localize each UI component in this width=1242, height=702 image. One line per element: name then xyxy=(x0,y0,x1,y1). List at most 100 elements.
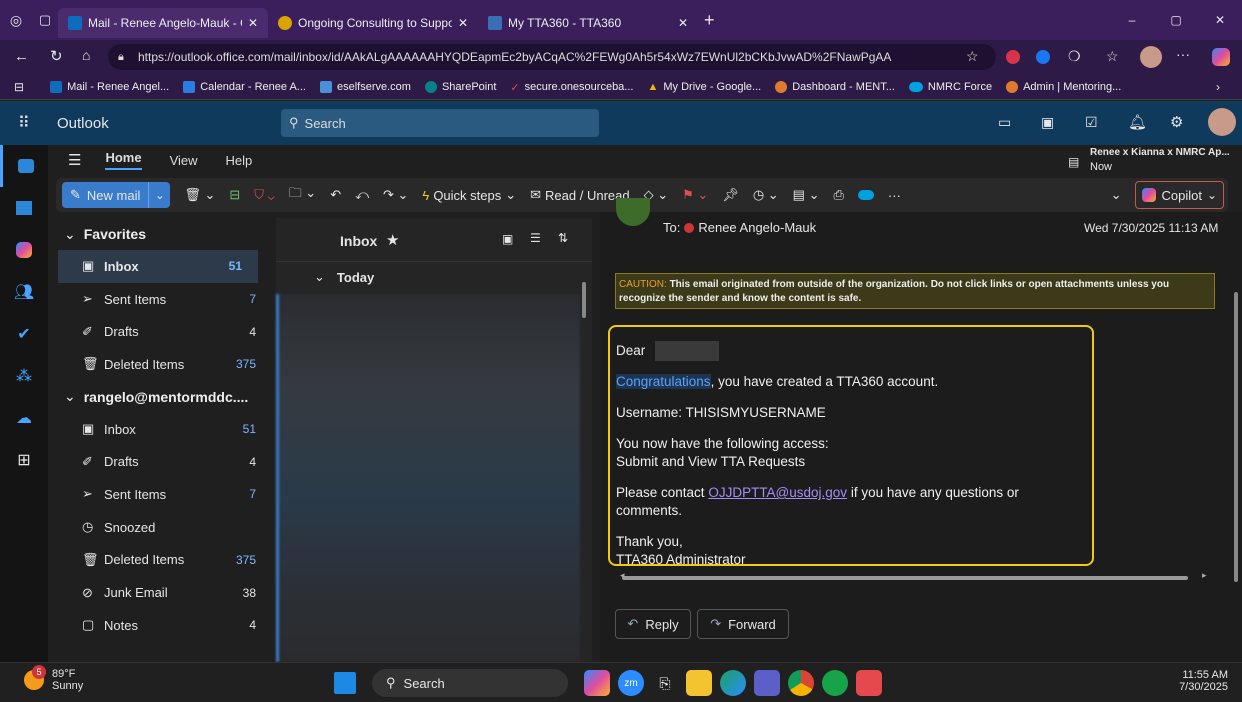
close-icon[interactable]: ✕ xyxy=(458,16,468,30)
collections-icon[interactable]: ☆ xyxy=(1106,48,1119,65)
new-tab-icon[interactable]: + xyxy=(704,10,715,31)
zoom-icon[interactable]: zm xyxy=(618,670,644,696)
quick-steps-button[interactable]: ϟ Quick steps ⌄ xyxy=(422,187,516,203)
recipient-name[interactable]: Renee Angelo-Mauk xyxy=(698,220,816,235)
read-unread-button[interactable]: ✉ Read / Unread xyxy=(530,187,629,203)
mail-app-icon[interactable] xyxy=(0,145,48,187)
folder-inbox[interactable]: ▣ Inbox 51 xyxy=(48,413,272,446)
tab-view[interactable]: View xyxy=(170,153,198,168)
favorites-header[interactable]: ⌄ Favorites xyxy=(48,218,272,250)
reply-icon[interactable]: ↶ xyxy=(330,187,341,203)
vertical-scrollbar[interactable] xyxy=(1234,292,1238,582)
rules-icon[interactable]: ▤ ⌄ xyxy=(793,187,820,203)
tab-home[interactable]: Home xyxy=(105,150,142,170)
snooze-clock-icon[interactable]: ◷ ⌄ xyxy=(753,187,779,203)
window-close-icon[interactable]: ✕ xyxy=(1198,13,1242,27)
back-icon[interactable]: ← xyxy=(14,48,29,65)
settings-gear-icon[interactable]: ⚙ xyxy=(1170,113,1183,131)
search-box[interactable]: ⚲ Search xyxy=(281,109,599,137)
onenote-icon[interactable]: ▣ xyxy=(1041,114,1054,131)
group-header-today[interactable]: ⌄ Today xyxy=(276,262,592,292)
tab-consulting[interactable]: Ongoing Consulting to Support N ✕ xyxy=(268,8,478,38)
hamburger-icon[interactable]: ☰ xyxy=(68,151,81,169)
select-mode-icon[interactable]: ▣ xyxy=(502,232,513,246)
home-icon[interactable]: ⌂ xyxy=(82,47,90,63)
edge-icon[interactable] xyxy=(720,670,746,696)
green-app-icon[interactable] xyxy=(822,670,848,696)
flag-icon[interactable]: ⚑ ⌄ xyxy=(682,187,708,203)
file-explorer-icon[interactable] xyxy=(686,670,712,696)
bookmark-4[interactable]: ✓ secure.onesourceba... xyxy=(510,81,633,94)
snip-icon[interactable]: ⎘ xyxy=(652,670,678,696)
print-icon[interactable]: ⎙ xyxy=(833,187,843,203)
bookmark-3[interactable]: SharePoint xyxy=(424,81,496,93)
bookmark-7[interactable]: NMRC Force xyxy=(908,81,992,93)
bookmark-8[interactable]: Admin | Mentoring... xyxy=(1006,81,1121,93)
folder-fav-sent[interactable]: ➢ Sent Items 7 xyxy=(48,283,272,316)
extension-icon-red[interactable] xyxy=(1006,50,1020,64)
folder-drafts[interactable]: ✐ Drafts 4 xyxy=(48,445,272,478)
salesforce-addin-icon[interactable] xyxy=(857,190,874,200)
filter-icon[interactable]: ☰ xyxy=(530,231,541,245)
weather-widget[interactable]: 5 89°F Sunny xyxy=(24,665,83,692)
bookmark-menu-icon[interactable]: ⊟ xyxy=(14,80,24,94)
copilot-browser-icon[interactable] xyxy=(1212,48,1230,66)
chrome-icon[interactable] xyxy=(788,670,814,696)
copilot-taskbar-icon[interactable] xyxy=(584,670,610,696)
reply-all-icon[interactable]: ⤺ xyxy=(355,187,369,203)
teams-icon[interactable] xyxy=(754,670,780,696)
folder-sent[interactable]: ➢ Sent Items 7 xyxy=(48,478,272,511)
new-mail-dropdown[interactable]: ⌄ xyxy=(148,182,171,208)
move-to-icon[interactable]: 🗀 ⌄ xyxy=(289,184,317,206)
scroll-left-icon[interactable]: ◂ xyxy=(620,570,625,581)
expand-ribbon-icon[interactable]: ⌄ xyxy=(1111,187,1122,203)
scrollbar[interactable] xyxy=(582,282,586,318)
reply-button[interactable]: ↶ Reply xyxy=(615,609,691,639)
more-apps-icon[interactable]: ⊞ xyxy=(0,439,48,481)
onedrive-app-icon[interactable]: ☁ xyxy=(0,397,48,439)
blurred-message-list[interactable] xyxy=(276,294,580,662)
close-icon[interactable]: ✕ xyxy=(248,16,258,30)
folder-notes[interactable]: ▢ Notes 4 xyxy=(48,609,272,642)
bookmark-2[interactable]: eselfserve.com xyxy=(319,81,411,93)
favorite-star-icon[interactable]: ☆ xyxy=(966,48,979,65)
scroll-right-icon[interactable]: ▸ xyxy=(1202,570,1207,581)
forward-icon[interactable]: ↷ ⌄ xyxy=(383,187,408,203)
org-app-icon[interactable]: ⁂ xyxy=(0,355,48,397)
bookmark-6[interactable]: Dashboard - MENT... xyxy=(775,81,895,93)
tab-help[interactable]: Help xyxy=(226,153,253,168)
sort-icon[interactable]: ⇅ xyxy=(558,231,568,245)
teams-chat-icon[interactable]: ▭ xyxy=(998,114,1011,131)
app-launcher-icon[interactable]: ⠿ xyxy=(18,113,30,133)
extension-icon-blue[interactable] xyxy=(1036,50,1050,64)
taskbar-search[interactable]: ⚲ Search xyxy=(372,669,568,697)
folder-junk[interactable]: ⊘ Junk Email 38 xyxy=(48,576,272,609)
archive-icon[interactable]: ⊟ xyxy=(229,187,240,203)
pin-icon[interactable]: 📌︎ xyxy=(722,187,739,203)
people-app-icon[interactable]: 👥︎ xyxy=(0,271,48,313)
horizontal-scrollbar[interactable] xyxy=(622,576,1188,580)
tab-outlook[interactable]: Mail - Renee Angelo-Mauk - Outl ✕ xyxy=(58,7,268,38)
todo-icon[interactable]: ☑ xyxy=(1085,114,1098,131)
more-options-icon[interactable]: ··· xyxy=(888,188,901,203)
profile-avatar[interactable] xyxy=(1140,46,1162,68)
tab-actions-icon[interactable]: ▢ xyxy=(32,12,58,28)
star-icon[interactable]: ★ xyxy=(386,231,399,249)
calendar-app-icon[interactable] xyxy=(0,187,48,229)
bookmark-0[interactable]: Mail - Renee Angel... xyxy=(50,81,169,93)
extensions-icon[interactable]: ❍ xyxy=(1068,48,1081,65)
url-field[interactable]: 🔒︎ https://outlook.office.com/mail/inbox… xyxy=(108,44,996,70)
report-icon[interactable]: ⛉ ⌄ xyxy=(254,187,274,203)
clock-date[interactable]: 7/30/2025 xyxy=(1150,681,1228,693)
user-avatar[interactable] xyxy=(1208,108,1236,136)
bookmark-1[interactable]: Calendar - Renee A... xyxy=(183,81,306,93)
restore-icon[interactable]: ▢ xyxy=(1154,13,1198,27)
account-header[interactable]: ⌄ rangelo@mentormddc.... xyxy=(48,381,272,413)
bell-icon[interactable]: 🔔︎ xyxy=(1128,113,1147,131)
folder-fav-drafts[interactable]: ✐ Drafts 4 xyxy=(48,315,272,348)
contact-email-link[interactable]: OJJDPTTA@usdoj.gov xyxy=(708,485,847,500)
copilot-button[interactable]: Copilot ⌄ xyxy=(1135,181,1224,209)
workspaces-icon[interactable]: ◎ xyxy=(0,12,32,29)
todo-app-icon[interactable]: ✔ xyxy=(0,313,48,355)
minimize-icon[interactable]: – xyxy=(1110,13,1154,27)
